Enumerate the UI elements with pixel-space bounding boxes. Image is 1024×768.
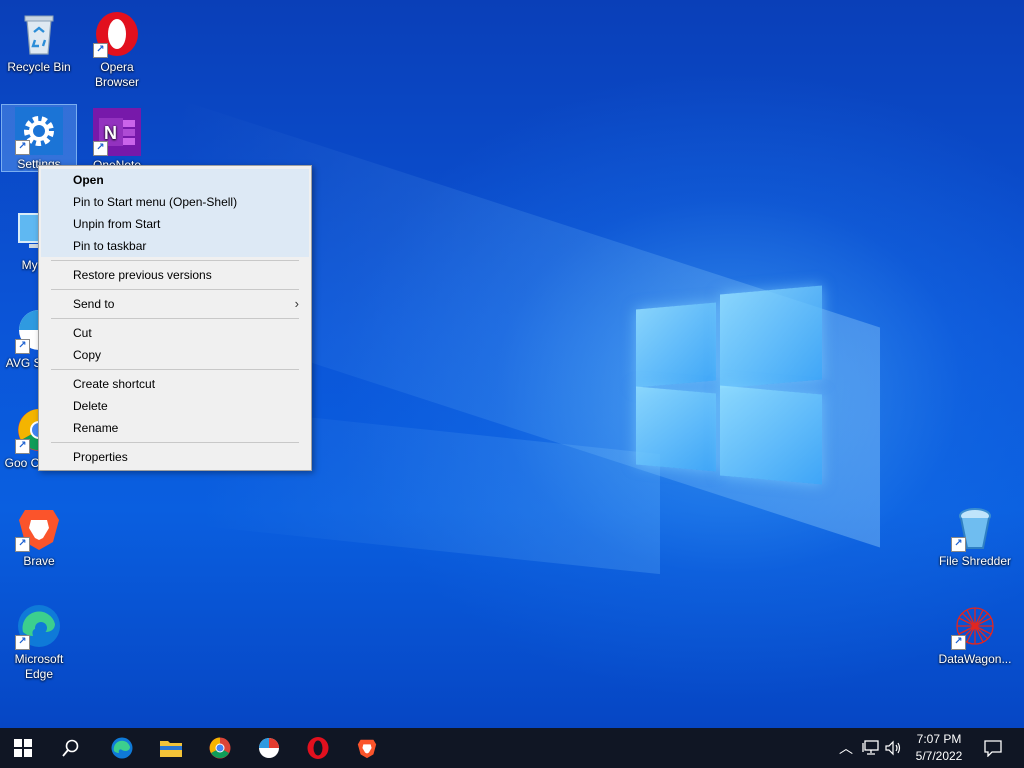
desktop-icon-label: File Shredder xyxy=(938,554,1012,568)
shortcut-arrow-icon: ↗ xyxy=(951,635,966,650)
file-shredder-icon: ↗ xyxy=(951,504,999,552)
shortcut-arrow-icon: ↗ xyxy=(15,537,30,552)
notification-icon xyxy=(984,740,1002,757)
windows-logo-wallpaper xyxy=(636,285,822,485)
show-hidden-icons-button[interactable]: ︿ xyxy=(834,728,858,768)
menu-separator xyxy=(51,442,299,443)
taskbar-opera-button[interactable] xyxy=(295,728,341,768)
menu-item-label: Unpin from Start xyxy=(73,217,161,231)
menu-item-rename[interactable]: Rename xyxy=(41,417,309,439)
volume-button[interactable] xyxy=(882,728,906,768)
onenote-icon: N ↗ xyxy=(93,108,141,156)
settings-gear-icon: ↗ xyxy=(15,107,63,155)
opera-icon: ↗ xyxy=(93,10,141,58)
context-menu: Open Pin to Start menu (Open-Shell) Unpi… xyxy=(38,165,312,471)
menu-item-label: Cut xyxy=(73,326,92,340)
speaker-icon xyxy=(885,740,901,756)
shortcut-arrow-icon: ↗ xyxy=(93,141,108,156)
menu-item-pin-to-taskbar[interactable]: Pin to taskbar xyxy=(41,235,309,257)
menu-item-cut[interactable]: Cut xyxy=(41,322,309,344)
desktop-icon-datawagon[interactable]: ↗ DataWagon... xyxy=(937,598,1013,667)
clock-time: 7:07 PM xyxy=(916,732,962,746)
menu-item-properties[interactable]: Properties xyxy=(41,446,309,468)
menu-item-label: Create shortcut xyxy=(73,377,156,391)
taskbar-file-explorer-button[interactable] xyxy=(148,728,194,768)
chevron-up-icon: ︿ xyxy=(839,740,853,756)
chevron-right-icon: › xyxy=(294,296,299,311)
menu-item-open[interactable]: Open xyxy=(41,169,309,191)
datawagon-icon: ↗ xyxy=(951,602,999,650)
search-button[interactable] xyxy=(48,728,94,768)
shortcut-arrow-icon: ↗ xyxy=(951,537,966,552)
desktop-icon-label: Recycle Bin xyxy=(7,60,71,74)
taskbar-avg-browser-button[interactable] xyxy=(246,728,292,768)
desktop-icon-label: Brave xyxy=(23,554,55,568)
desktop-icon-file-shredder[interactable]: ↗ File Shredder xyxy=(937,500,1013,569)
network-icon xyxy=(862,740,879,755)
menu-separator xyxy=(51,369,299,370)
desktop-icon-onenote[interactable]: N ↗ OneNote xyxy=(79,104,155,173)
menu-item-unpin-from-start[interactable]: Unpin from Start xyxy=(41,213,309,235)
edge-icon xyxy=(111,737,133,759)
brave-lion-icon xyxy=(357,739,377,759)
edge-icon: ↗ xyxy=(15,602,63,650)
search-icon xyxy=(62,739,79,757)
menu-item-create-shortcut[interactable]: Create shortcut xyxy=(41,373,309,395)
desktop-icon-microsoft-edge[interactable]: ↗ Microsoft Edge xyxy=(1,598,77,682)
menu-separator xyxy=(51,318,299,319)
desktop-icon-recycle-bin[interactable]: Recycle Bin xyxy=(1,6,77,75)
start-button[interactable] xyxy=(0,728,46,768)
chrome-icon xyxy=(209,737,231,759)
menu-item-restore-previous-versions[interactable]: Restore previous versions xyxy=(41,264,309,286)
taskbar-clock[interactable]: 7:07 PM 5/7/2022 xyxy=(904,731,974,765)
menu-separator xyxy=(51,260,299,261)
menu-item-copy[interactable]: Copy xyxy=(41,344,309,366)
menu-item-label: Rename xyxy=(73,421,119,435)
desktop-icon-label: DataWagon... xyxy=(938,652,1012,666)
menu-item-pin-to-start[interactable]: Pin to Start menu (Open-Shell) xyxy=(41,191,309,213)
folder-icon xyxy=(160,741,182,757)
shortcut-arrow-icon: ↗ xyxy=(15,339,30,354)
shortcut-arrow-icon: ↗ xyxy=(93,43,108,58)
menu-item-label: Copy xyxy=(73,348,102,362)
menu-item-label: Properties xyxy=(73,450,128,464)
menu-item-label: Send to xyxy=(73,297,115,311)
menu-separator xyxy=(51,289,299,290)
brave-lion-icon: ↗ xyxy=(15,504,63,552)
menu-item-label: Delete xyxy=(73,399,108,413)
taskbar-edge-button[interactable] xyxy=(99,728,145,768)
menu-item-label: Pin to Start menu (Open-Shell) xyxy=(73,195,238,209)
menu-item-send-to[interactable]: Send to › xyxy=(41,293,309,315)
desktop-icon-label: Microsoft Edge xyxy=(14,652,64,681)
menu-item-delete[interactable]: Delete xyxy=(41,395,309,417)
desktop-icon-opera[interactable]: ↗ Opera Browser xyxy=(79,6,155,90)
action-center-button[interactable] xyxy=(970,728,1016,768)
menu-item-label: Open xyxy=(73,173,104,187)
recycle-bin-icon xyxy=(15,10,63,58)
taskbar-brave-button[interactable] xyxy=(344,728,390,768)
windows-start-icon xyxy=(14,739,32,757)
desktop-icon-settings[interactable]: ↗ Settings xyxy=(1,104,77,172)
shortcut-arrow-icon: ↗ xyxy=(15,635,30,650)
shortcut-arrow-icon: ↗ xyxy=(15,439,30,454)
desktop-icon-label: Opera Browser xyxy=(94,60,139,89)
taskbar-chrome-button[interactable] xyxy=(197,728,243,768)
clock-date: 5/7/2022 xyxy=(915,749,963,763)
network-button[interactable] xyxy=(858,728,884,768)
desktop-icon-brave[interactable]: ↗ Brave xyxy=(1,500,77,569)
shortcut-arrow-icon: ↗ xyxy=(15,140,30,155)
avg-browser-icon xyxy=(259,738,279,758)
opera-icon xyxy=(307,737,329,759)
menu-item-label: Pin to taskbar xyxy=(73,239,147,253)
svg-text:N: N xyxy=(104,123,117,143)
taskbar: ︿ 7:07 PM 5/7/2022 xyxy=(0,728,1024,768)
menu-item-label: Restore previous versions xyxy=(73,268,212,282)
